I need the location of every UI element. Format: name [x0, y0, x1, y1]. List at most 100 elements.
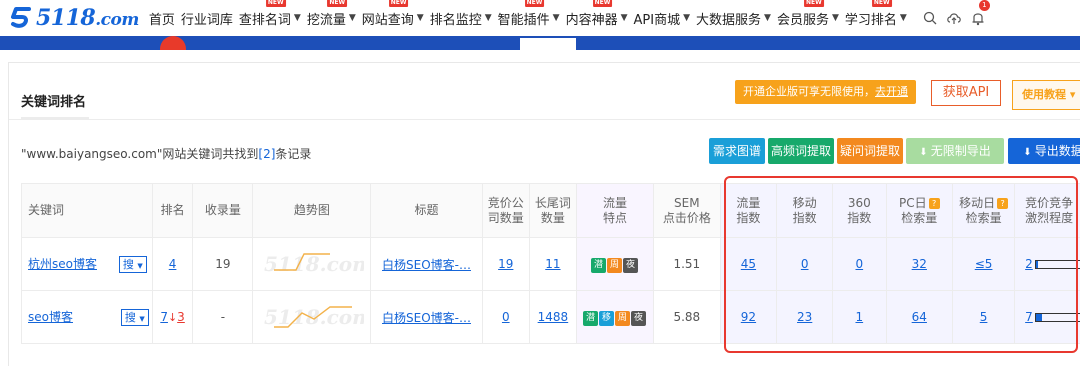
toolbar-button[interactable]: 需求图谱	[709, 138, 765, 164]
nav-item-label: 会员服务	[776, 12, 829, 28]
get-api-button[interactable]: 获取API	[931, 80, 1001, 106]
nav-item[interactable]: NEW 内容神器 ▼	[565, 0, 628, 28]
cell-indexed: 19	[192, 237, 254, 291]
site-logo[interactable]: 5118.com	[8, 0, 139, 36]
nav-item-label: 智能插件	[497, 12, 550, 28]
new-badge: NEW	[803, 0, 824, 7]
nav-item[interactable]: NEW 查排名词 ▼	[239, 0, 301, 28]
toolbar-button-label: 需求图谱	[712, 144, 761, 158]
cell-indexed: -	[192, 290, 254, 344]
trend-sparkline[interactable]: 5118.com	[260, 248, 373, 278]
trend-sparkline[interactable]: 5118.com	[260, 301, 373, 331]
watermark-logo: 5118.com	[264, 305, 364, 329]
search-engine-select[interactable]: 搜 ▼	[120, 309, 149, 326]
caret-down-icon: ▼	[484, 13, 492, 23]
tutorial-label: 使用教程	[1022, 88, 1066, 101]
rank-link[interactable]: 7	[160, 310, 168, 324]
bid-count-link[interactable]: 19	[498, 257, 513, 271]
cell-trend: 5118.com	[252, 237, 373, 291]
caret-down-icon: ▼	[899, 13, 907, 23]
bid-count-link[interactable]: 0	[502, 310, 510, 324]
cell-keyword: seo博客 搜 ▼	[21, 290, 153, 344]
nav-item[interactable]: 大数据服务 ▼	[696, 9, 771, 28]
nav-item[interactable]: NEW 挖流量 ▼	[306, 0, 356, 28]
traffic-tag: 移	[599, 310, 615, 326]
caret-down-icon: ▼	[764, 13, 771, 23]
nav-item[interactable]: NEW 会员服务 ▼	[776, 0, 839, 28]
col-keyword: 关键词	[21, 183, 153, 238]
caret-down-icon: ▼	[683, 13, 690, 23]
traffic-tag: 夜	[631, 310, 647, 326]
nav-item[interactable]: NEW 学习排名 ▼	[844, 0, 907, 28]
title-link[interactable]: 白杨SEO博客-…	[382, 311, 471, 325]
caret-down-icon: ▼	[293, 13, 301, 23]
longtail-link[interactable]: 1488	[538, 310, 569, 324]
new-badge: NEW	[592, 0, 613, 7]
nav-item-label: API商城	[633, 12, 681, 28]
toolbar-button[interactable]: 高频词提取	[768, 138, 834, 164]
nav-item[interactable]: API商城 ▼	[634, 9, 691, 28]
promo-open-link[interactable]: 去开通	[875, 85, 908, 98]
nav-item-label: 内容神器	[565, 12, 618, 28]
traffic-tag: 潜	[583, 310, 599, 326]
toolbar-button-label: 高频词提取	[770, 144, 831, 158]
keyword-ranking-panel: 关键词排名 开通企业版可享无限使用，去开通 获取API 使用教程 ▾ "www.…	[8, 62, 1080, 366]
nav-item[interactable]: 行业词库	[181, 9, 233, 28]
new-badge: NEW	[388, 0, 409, 7]
toolbar-button[interactable]: ⬇ 无限制导出	[906, 138, 1004, 164]
caret-down-icon: ▼	[137, 262, 143, 270]
traffic-tag: 夜	[623, 257, 639, 273]
longtail-link[interactable]: 11	[545, 257, 560, 271]
search-icon[interactable]	[921, 9, 939, 27]
nav-item[interactable]: NEW 智能插件 ▼	[497, 0, 560, 28]
tutorial-button[interactable]: 使用教程 ▾	[1012, 80, 1080, 110]
traffic-tag: 周	[615, 310, 631, 326]
search-engine-select[interactable]: 搜 ▼	[118, 256, 147, 273]
nav-item[interactable]: NEW 网站查询 ▼	[362, 0, 424, 28]
nav-item-label: 大数据服务	[696, 12, 762, 28]
new-badge: NEW	[871, 0, 892, 7]
col-traffic-features: 流量 特点	[575, 183, 655, 238]
title-link[interactable]: 白杨SEO博客-…	[382, 258, 471, 272]
nav-item[interactable]: 首页	[149, 9, 175, 28]
col-bid-count: 竞价公 司数量	[481, 183, 530, 238]
cell-trend: 5118.com	[252, 290, 373, 344]
keyword-link[interactable]: 杭州seo博客	[28, 257, 97, 271]
logo-text: 5118.com	[36, 5, 139, 31]
new-badge: NEW	[524, 0, 545, 7]
cell-rank: 7↓3	[151, 290, 194, 344]
cell-traffic-features: 潜周夜	[575, 237, 655, 291]
col-indexed: 收录量	[192, 183, 254, 238]
col-longtail: 长尾词 数量	[528, 183, 577, 238]
toolbar-button-label: 无限制导出	[930, 144, 991, 158]
promo-text: 开通企业版可享无限使用，	[743, 85, 875, 98]
upload-cloud-icon[interactable]	[945, 9, 963, 27]
highlight-box	[724, 176, 1078, 353]
nav-item[interactable]: 排名监控 ▼	[430, 9, 492, 28]
banner-strip	[0, 36, 1080, 50]
download-icon: ⬇	[919, 147, 931, 158]
col-sem-price: SEM 点击价格	[653, 183, 721, 238]
record-count: [2]	[258, 147, 276, 161]
caret-down-icon: ▼	[620, 13, 628, 23]
banner-decoration	[160, 36, 186, 50]
nav-menu: 首页 行业词库 NEW 查排名词 ▼ NEW 挖流量 ▼ NEW 网站查询 ▼ 排名监控 ▼ NEW 智能插…	[149, 0, 913, 28]
cell-longtail: 11	[528, 237, 577, 291]
download-icon: ⬇	[1023, 147, 1035, 158]
bell-icon[interactable]: 1	[969, 0, 990, 27]
traffic-tag: 周	[607, 257, 623, 273]
count-suffix: 条记录	[275, 147, 312, 161]
site-domain: "www.baiyangseo.com"	[21, 147, 163, 161]
watermark-logo: 5118.com	[264, 252, 364, 276]
toolbar-button[interactable]: 疑问词提取	[837, 138, 903, 164]
cell-sem: 5.88	[653, 290, 721, 344]
nav-item-label: 挖流量	[306, 12, 346, 28]
rank-link[interactable]: 4	[169, 257, 177, 271]
rank-change[interactable]: 3	[177, 310, 185, 324]
keyword-link[interactable]: seo博客	[28, 310, 73, 324]
count-label: 网站关键词共找到	[162, 147, 259, 161]
rank-down-icon: ↓	[167, 311, 178, 324]
record-count-text: "www.baiyangseo.com"网站关键词共找到[2]条记录	[21, 145, 311, 162]
nav-item-label: 学习排名	[844, 12, 897, 28]
toolbar-button[interactable]: ⬇ 导出数据	[1008, 138, 1080, 164]
